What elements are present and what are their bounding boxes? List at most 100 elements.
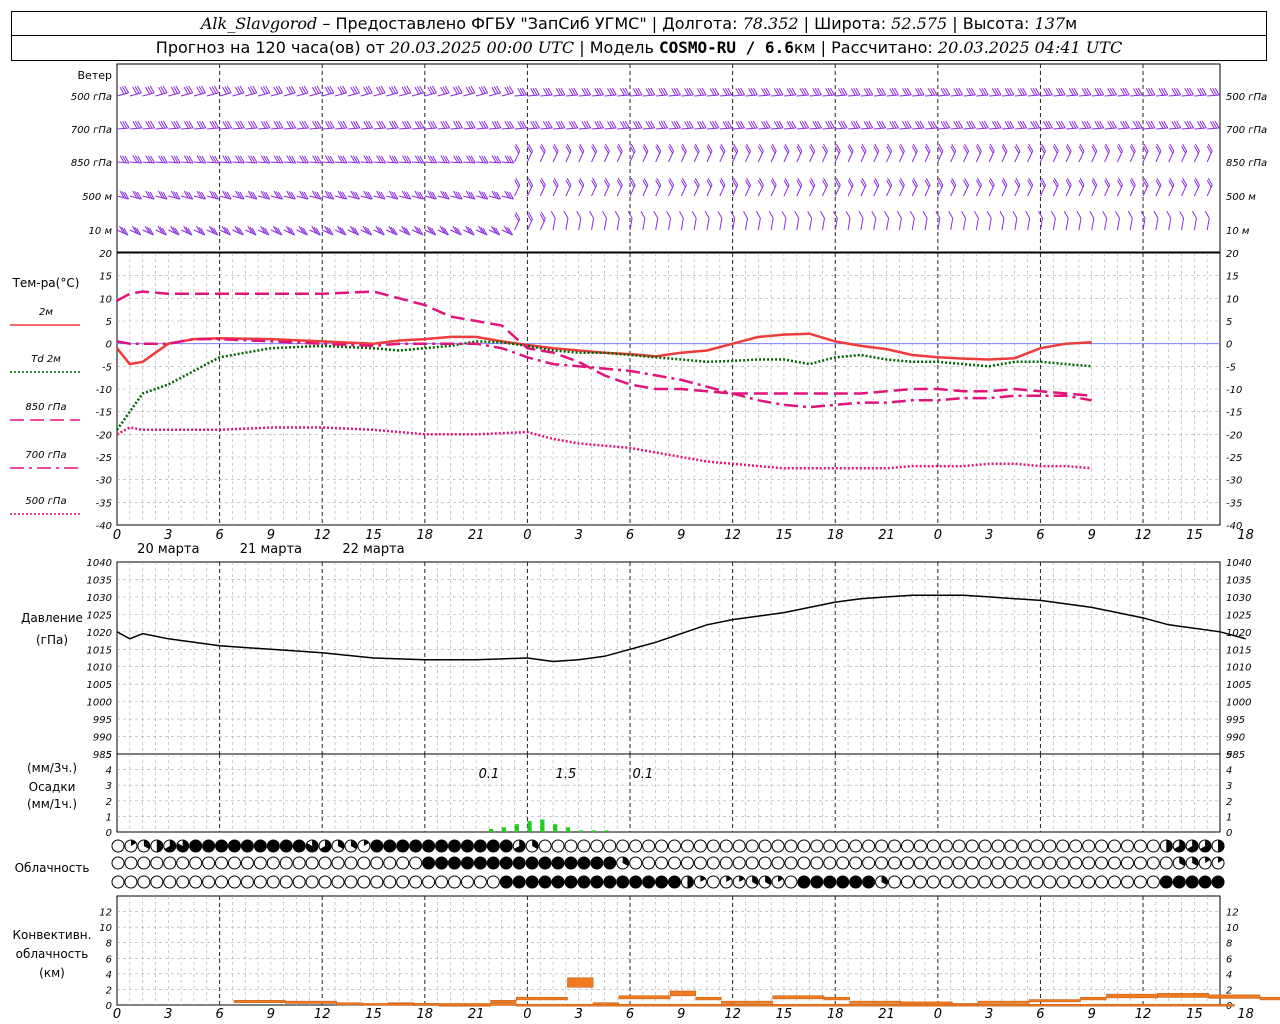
precip-tick-label: 4 [106, 766, 112, 777]
cloud-symbol [680, 839, 694, 853]
cloud-fill [539, 876, 552, 888]
wind-barb [526, 211, 533, 231]
cloud-symbol [525, 875, 539, 889]
hour-tick-label: 0 [523, 528, 531, 543]
wind-barb [1091, 177, 1098, 197]
cloud-symbol [1082, 839, 1096, 853]
wind-barb [168, 155, 181, 164]
wind-barb [411, 190, 425, 200]
wind-barb [270, 225, 283, 236]
meteogram: Ветер 500 гПа 500 гПа 700 гПа 700 гПа 850 гПа… [10, 63, 1280, 1022]
cloud-symbol [266, 839, 280, 853]
wind-barb [655, 177, 662, 197]
wind-barb [142, 120, 156, 130]
wind-barb [1206, 143, 1213, 163]
wind-barb [783, 87, 797, 97]
wind-barb [1040, 87, 1053, 97]
cloud-symbol [1017, 875, 1031, 889]
cloud-fill [862, 876, 875, 888]
wind-barb [347, 225, 360, 236]
wind-barb [1025, 210, 1031, 231]
wind-barb [1104, 177, 1111, 197]
wind-barb [578, 120, 592, 130]
wind-barb [1127, 210, 1133, 231]
wind-barb [399, 120, 412, 130]
wind-barb [642, 143, 649, 163]
wind-barb [976, 87, 989, 97]
cloud-symbol [292, 856, 306, 870]
cloud-fill [655, 876, 668, 888]
temp-tick-label: -15 [96, 408, 112, 419]
conv-tick-label: 10 [99, 923, 112, 934]
hour-tick-label: 3 [575, 1007, 583, 1022]
cloud-symbol [383, 839, 397, 853]
wind-barb [245, 190, 258, 200]
wind-barb [360, 85, 373, 97]
hour-tick-label: 21 [468, 1007, 485, 1022]
wind-barb [834, 177, 841, 197]
cloud-fill [1212, 876, 1225, 888]
cloud-circle [266, 856, 280, 870]
cloud-circle [952, 875, 966, 889]
wind-barb [411, 155, 425, 164]
cloud-symbol [305, 875, 319, 889]
cloud-fill [383, 840, 396, 852]
hour-tick-label: 21 [468, 528, 485, 543]
cloud-symbol [978, 875, 992, 889]
cloud-symbol [486, 875, 500, 889]
wind-level-label: 850 гПа [71, 158, 112, 169]
wind-barb [565, 120, 579, 130]
wind-barb [681, 87, 694, 97]
wind-barb [668, 143, 675, 163]
wind-barb [770, 177, 777, 197]
cloud-circle [732, 839, 746, 853]
pressure-tick-label: 1025 [87, 610, 112, 621]
convective-bar [362, 1003, 414, 1006]
cloud-fill [616, 876, 629, 888]
convective-bar [977, 1003, 1030, 1007]
cloud-circle [1095, 875, 1109, 889]
wind-barb [437, 190, 450, 200]
wind-barb [680, 143, 687, 163]
wind-barb [758, 120, 771, 130]
cloud-symbol [1069, 839, 1083, 853]
wind-barb [845, 210, 851, 231]
cloud-symbol [1120, 856, 1134, 870]
cloud-circle [926, 875, 940, 889]
wind-barb [719, 87, 733, 97]
convective-bar [567, 977, 594, 988]
precip-tick-label: 0 [1226, 828, 1232, 839]
cloud-symbol [460, 856, 474, 870]
hour-tick-label: 6 [1036, 1007, 1044, 1022]
wind-barb [565, 177, 572, 197]
cloud-symbol [642, 875, 656, 889]
wind-level-label: 500 гПа [71, 92, 112, 103]
cloud-fill [552, 876, 565, 888]
wind-barb [1001, 177, 1008, 197]
cloud-circle [745, 856, 759, 870]
wind-barb [706, 87, 720, 97]
convective-bar [515, 996, 568, 1001]
cloud-symbol [732, 875, 746, 889]
wind-barb [1027, 120, 1041, 130]
wind-barb [757, 177, 764, 197]
cloud-symbol [538, 839, 552, 853]
cloud-circle [292, 856, 306, 870]
pressure-tick-label: 1040 [87, 558, 112, 569]
wind-barb [168, 120, 181, 130]
wind-barb [1052, 177, 1059, 197]
cloud-symbol [732, 839, 746, 853]
convective-bar [721, 1000, 773, 1004]
cloud-symbol [991, 875, 1005, 889]
cloud-symbol [1172, 839, 1186, 853]
cloud-circle [693, 856, 707, 870]
convective-bar [977, 1000, 1030, 1004]
convective-bar [721, 1003, 773, 1007]
cloud-symbol [913, 856, 927, 870]
day-label: 21 марта [240, 542, 302, 557]
wind-barb [848, 120, 861, 130]
wind-barb [678, 210, 684, 231]
cloud-circle [357, 875, 371, 889]
cloud-circle [900, 856, 914, 870]
precip-bar [488, 828, 494, 832]
